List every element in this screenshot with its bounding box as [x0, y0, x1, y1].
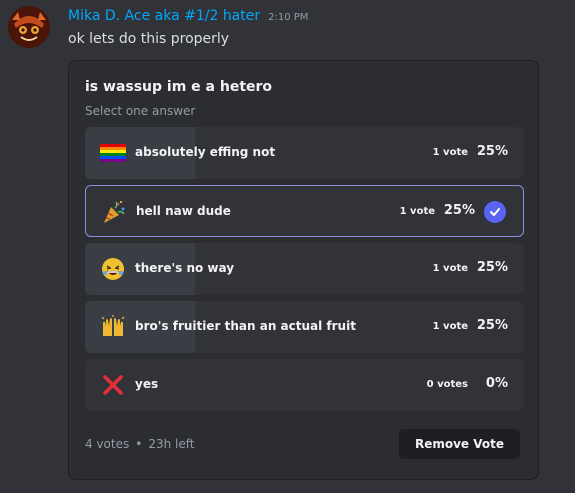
raised-hands-icon	[99, 313, 127, 341]
answer-vote-count: 1 vote	[432, 147, 468, 158]
poll-footer: 4 votes • 23h left	[85, 437, 194, 451]
poll-prompt: Select one answer	[85, 104, 196, 118]
answer-vote-count: 1 vote	[432, 263, 468, 274]
answer-label: yes	[135, 377, 159, 391]
answer-percent: 25%	[443, 203, 475, 218]
poll-question: is wassup im e a hetero	[85, 79, 273, 95]
cross-mark-icon	[99, 371, 127, 399]
username[interactable]: Mika D. Ace aka #1/2 hater	[68, 8, 260, 24]
poll-answer[interactable]: hell naw dude 1 vote 25%	[85, 185, 524, 237]
answer-label: absolutely effing not	[135, 145, 276, 159]
rainbow-flag-icon	[99, 139, 127, 167]
answer-label: hell naw dude	[136, 204, 231, 218]
answer-label: bro's fruitier than an actual fruit	[135, 319, 356, 333]
answer-label: there's no way	[135, 261, 235, 275]
poll-answer[interactable]: bro's fruitier than an actual fruit 1 vo…	[85, 301, 524, 353]
laughing-face-icon	[99, 255, 127, 283]
remove-vote-button[interactable]: Remove Vote	[398, 429, 520, 459]
answer-percent: 25%	[476, 318, 508, 333]
poll-answer[interactable]: there's no way 1 vote 25%	[85, 243, 524, 295]
answer-percent: 25%	[476, 260, 508, 275]
poll: is wassup im e a hetero Select one answe…	[68, 60, 539, 480]
answer-vote-count: 1 vote	[432, 321, 468, 332]
answer-percent: 25%	[476, 144, 508, 159]
avatar[interactable]	[8, 6, 50, 48]
avatar-image	[8, 6, 50, 48]
answer-vote-count: 0 votes	[426, 379, 468, 390]
party-popper-icon	[100, 198, 128, 226]
poll-answer[interactable]: yes 0 votes 0%	[85, 359, 524, 411]
timestamp: 2:10 PM	[268, 12, 309, 23]
time-left: 23h left	[148, 437, 195, 451]
message-content: ok lets do this properly	[68, 31, 230, 47]
chat-message: Mika D. Ace aka #1/2 hater 2:10 PM ok le…	[0, 0, 575, 493]
checkmark-icon	[484, 201, 506, 223]
answer-vote-count: 1 vote	[399, 206, 435, 217]
answer-percent: 0%	[485, 376, 508, 391]
total-votes[interactable]: 4 votes	[85, 437, 129, 451]
separator-dot: •	[135, 437, 143, 451]
poll-answer[interactable]: absolutely effing not 1 vote 25%	[85, 127, 524, 179]
